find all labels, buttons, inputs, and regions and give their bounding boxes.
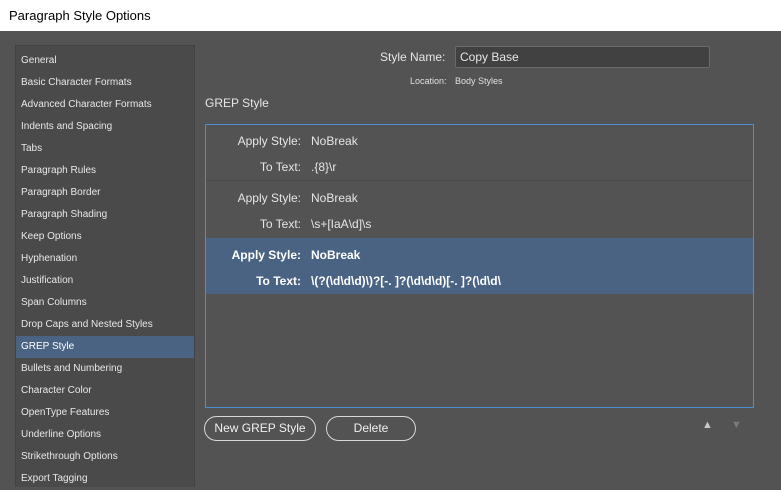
style-name-field[interactable]: Copy Base (455, 46, 710, 68)
sidebar-item-paragraph-border[interactable]: Paragraph Border (16, 182, 194, 204)
sidebar-item-span-columns[interactable]: Span Columns (16, 292, 194, 314)
apply-style-label: Apply Style: (237, 191, 301, 205)
sidebar-item-underline-options[interactable]: Underline Options (16, 424, 194, 446)
sidebar-item-keep-options[interactable]: Keep Options (16, 226, 194, 248)
dialog-body: General Basic Character Formats Advanced… (0, 31, 781, 487)
location-label: Location: (410, 76, 447, 86)
sidebar-item-justification[interactable]: Justification (16, 270, 194, 292)
grep-rule-row-selected[interactable]: Apply Style: NoBreak To Text: \(?(\d\d\d… (206, 238, 753, 294)
to-text-value[interactable]: \s+[IaA\d]\s (311, 217, 371, 231)
category-list: General Basic Character Formats Advanced… (15, 45, 195, 487)
apply-style-value[interactable]: NoBreak (311, 191, 358, 205)
sidebar-item-paragraph-shading[interactable]: Paragraph Shading (16, 204, 194, 226)
sidebar-item-basic-character-formats[interactable]: Basic Character Formats (16, 72, 194, 94)
sidebar-item-character-color[interactable]: Character Color (16, 380, 194, 402)
triangle-down-icon[interactable]: ▼ (731, 419, 742, 431)
grep-style-list[interactable]: Apply Style: NoBreak To Text: .{8}\r App… (205, 124, 754, 408)
triangle-up-icon[interactable]: ▲ (702, 419, 713, 431)
to-text-label: To Text: (259, 217, 301, 231)
sidebar-item-strikethrough-options[interactable]: Strikethrough Options (16, 446, 194, 468)
sidebar-item-grep-style[interactable]: GREP Style (16, 336, 194, 358)
new-grep-style-button[interactable]: New GREP Style (204, 416, 316, 441)
sidebar-item-hyphenation[interactable]: Hyphenation (16, 248, 194, 270)
section-title: GREP Style (205, 96, 269, 110)
sidebar-item-bullets-and-numbering[interactable]: Bullets and Numbering (16, 358, 194, 380)
sidebar-item-indents-and-spacing[interactable]: Indents and Spacing (16, 116, 194, 138)
apply-style-value[interactable]: NoBreak (311, 134, 358, 148)
location-value: Body Styles (455, 76, 503, 86)
sidebar-item-drop-caps-and-nested-styles[interactable]: Drop Caps and Nested Styles (16, 314, 194, 336)
delete-button[interactable]: Delete (326, 416, 416, 441)
apply-style-label: Apply Style: (237, 134, 301, 148)
window-title: Paragraph Style Options (9, 8, 151, 23)
sidebar-item-paragraph-rules[interactable]: Paragraph Rules (16, 160, 194, 182)
sidebar-item-opentype-features[interactable]: OpenType Features (16, 402, 194, 424)
sidebar-item-advanced-character-formats[interactable]: Advanced Character Formats (16, 94, 194, 116)
grep-rule-row[interactable]: Apply Style: NoBreak To Text: .{8}\r (206, 125, 753, 181)
apply-style-label: Apply Style: (231, 248, 301, 262)
sidebar-item-general[interactable]: General (16, 50, 194, 72)
style-name-label: Style Name: (380, 50, 446, 64)
apply-style-value[interactable]: NoBreak (311, 248, 360, 262)
to-text-value[interactable]: \(?(\d\d\d)\)?[-. ]?(\d\d\d)[-. ]?(\d\d\ (311, 274, 501, 288)
to-text-label: To Text: (256, 274, 301, 288)
to-text-label: To Text: (259, 160, 301, 174)
sidebar-item-tabs[interactable]: Tabs (16, 138, 194, 160)
to-text-value[interactable]: .{8}\r (311, 160, 336, 174)
grep-rule-row[interactable]: Apply Style: NoBreak To Text: \s+[IaA\d]… (206, 181, 753, 237)
title-bar: Paragraph Style Options (0, 0, 781, 31)
